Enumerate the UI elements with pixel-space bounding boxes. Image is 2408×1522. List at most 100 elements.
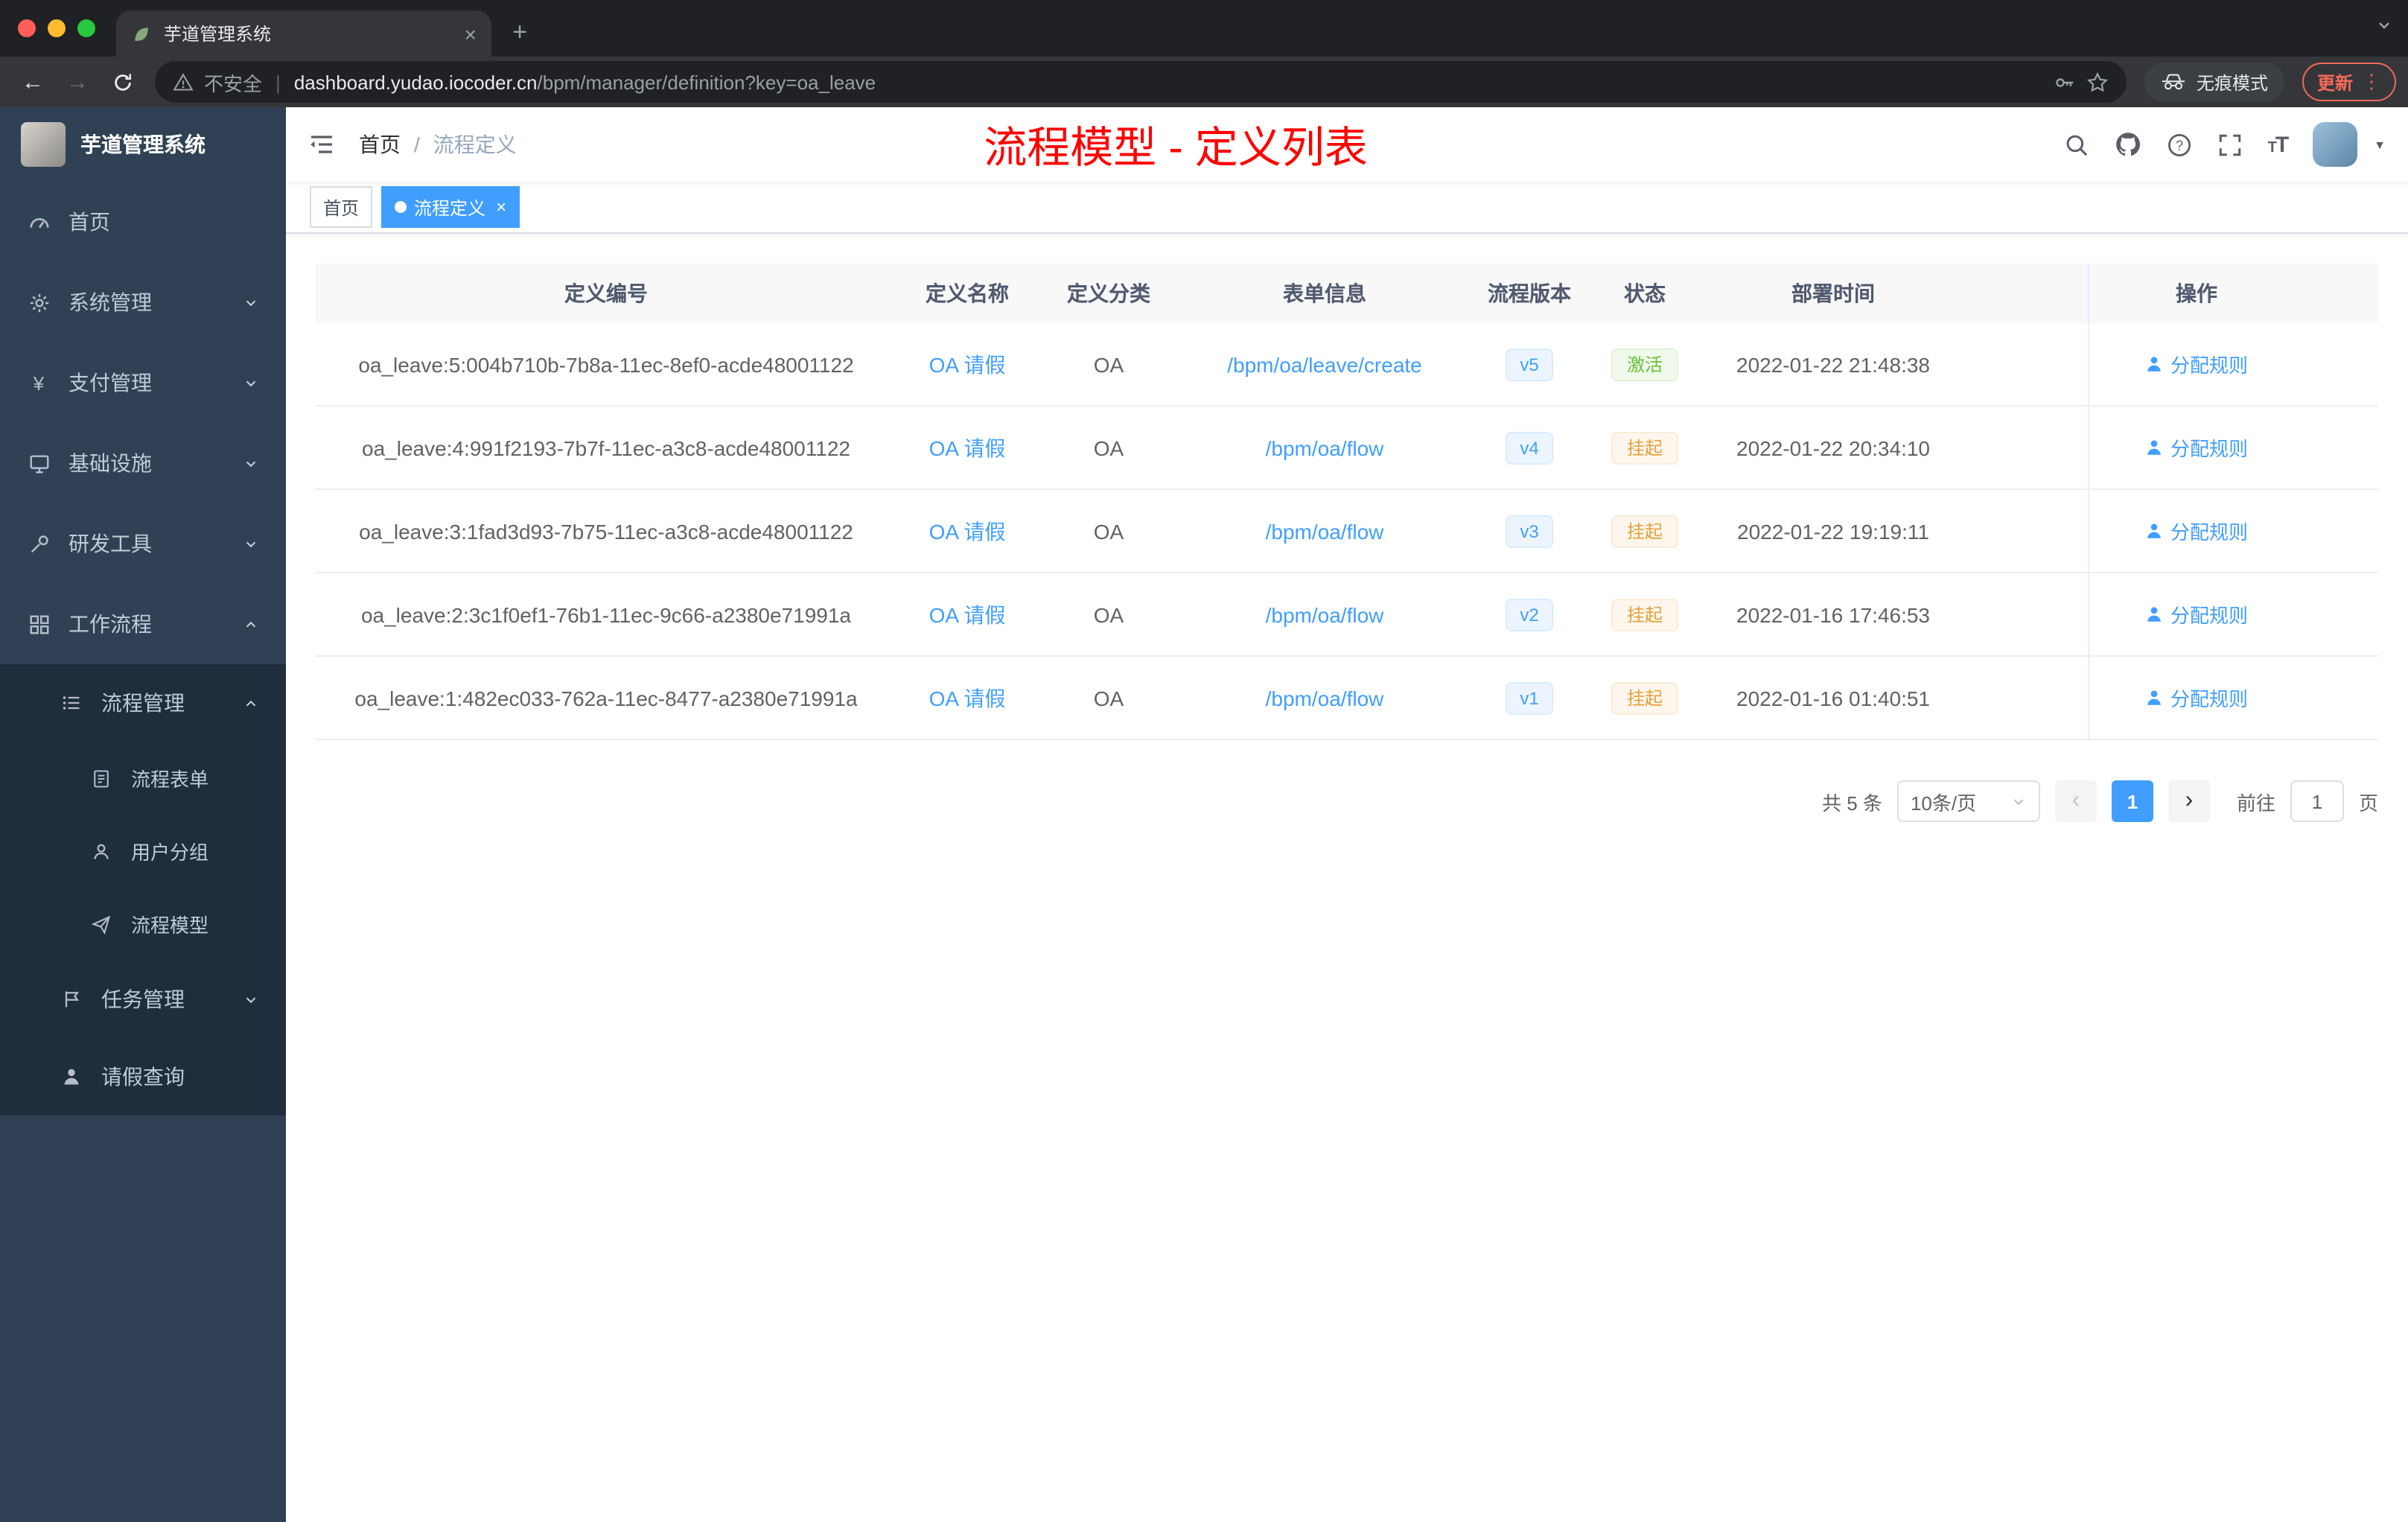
form-info-link[interactable]: /bpm/oa/flow xyxy=(1266,519,1384,543)
chevron-down-icon xyxy=(243,294,259,311)
send-icon xyxy=(89,914,113,934)
row-actions: 分配规则 xyxy=(2088,323,2304,405)
definition-name-link[interactable]: OA 请假 xyxy=(929,686,1006,710)
omnibox-divider: | xyxy=(275,71,281,93)
next-page-button[interactable]: › xyxy=(2167,780,2210,822)
page-1-button[interactable]: 1 xyxy=(2111,780,2153,822)
tag-process-definition[interactable]: 流程定义 × xyxy=(381,186,520,228)
annotation-text: 流程模型 - 定义列表 xyxy=(984,125,1368,173)
definition-category: OA xyxy=(1093,602,1124,626)
form-info-link[interactable]: /bpm/oa/flow xyxy=(1266,436,1384,459)
back-button[interactable]: ← xyxy=(12,61,54,103)
app-logo xyxy=(21,122,66,167)
chrome-update-button[interactable]: 更新 ⋮ xyxy=(2302,63,2396,101)
assign-rule-link[interactable]: 分配规则 xyxy=(2145,350,2248,378)
version-badge: v1 xyxy=(1505,681,1554,714)
minimize-window-button[interactable] xyxy=(48,19,66,37)
page-content: 定义编号 定义名称 定义分类 表单信息 流程版本 状态 部署时间 操作 oa_l… xyxy=(286,234,2408,1522)
sidebar-toggle-icon[interactable] xyxy=(308,131,335,158)
form-info-link[interactable]: /bpm/oa/leave/create xyxy=(1227,352,1422,376)
page-size-select[interactable]: 10条/页 xyxy=(1896,780,2040,822)
form-info-link[interactable]: /bpm/oa/flow xyxy=(1266,686,1384,710)
tag-home[interactable]: 首页 xyxy=(310,186,373,228)
github-icon[interactable] xyxy=(2115,131,2141,158)
table-row: oa_leave:2:3c1f0ef1-76b1-11ec-9c66-a2380… xyxy=(316,573,2378,657)
font-size-icon[interactable]: TT xyxy=(2268,132,2290,157)
sidebar-item-process-management[interactable]: 流程管理 xyxy=(0,664,286,742)
new-tab-button[interactable]: + xyxy=(500,13,539,52)
pagination-total: 共 5 条 xyxy=(1822,792,1882,814)
yen-icon: ¥ xyxy=(33,372,45,394)
row-actions: 分配规则 xyxy=(2088,657,2304,739)
chevron-up-icon xyxy=(243,695,259,711)
browser-menu-icon[interactable]: ⋮ xyxy=(2362,70,2381,94)
avatar[interactable] xyxy=(2313,122,2358,167)
bookmark-star-icon[interactable] xyxy=(2086,71,2109,93)
column-header: 定义编号 xyxy=(564,281,648,305)
tab-close-icon[interactable]: × xyxy=(465,22,477,45)
security-label[interactable]: 不安全 xyxy=(204,68,262,96)
assign-rule-link[interactable]: 分配规则 xyxy=(2145,684,2248,712)
definition-category: OA xyxy=(1093,519,1124,543)
sidebar-item-leave-query[interactable]: 请假查询 xyxy=(0,1038,286,1115)
assign-rule-link[interactable]: 分配规则 xyxy=(2145,517,2248,545)
update-label: 更新 xyxy=(2316,72,2353,93)
breadcrumb-current: 流程定义 xyxy=(433,133,517,156)
row-actions: 分配规则 xyxy=(2088,407,2304,488)
navbar-actions: ? TT ▼ xyxy=(2064,122,2386,167)
browser-toolbar: ← → 不安全 | dashboard.yudao.iocoder.cn/bpm… xyxy=(0,57,2408,107)
forward-button[interactable]: → xyxy=(57,61,98,103)
assign-rule-link[interactable]: 分配规则 xyxy=(2145,433,2248,462)
dashboard-icon xyxy=(27,211,51,233)
maximize-window-button[interactable] xyxy=(77,19,95,37)
form-info-link[interactable]: /bpm/oa/flow xyxy=(1266,602,1384,626)
definition-id: oa_leave:2:3c1f0ef1-76b1-11ec-9c66-a2380… xyxy=(360,602,851,626)
tab-search-icon[interactable] xyxy=(2375,16,2393,34)
app-title: 芋道管理系统 xyxy=(80,133,206,156)
chevron-down-icon xyxy=(243,455,259,471)
sidebar-item-payment[interactable]: ¥ 支付管理 xyxy=(0,343,286,423)
browser-tab[interactable]: 芋道管理系统 × xyxy=(116,10,491,57)
sidebar-item-process-model[interactable]: 流程模型 xyxy=(0,888,286,961)
definition-name-link[interactable]: OA 请假 xyxy=(929,436,1006,459)
avatar-dropdown-caret-icon[interactable]: ▼ xyxy=(2374,138,2386,151)
search-icon[interactable] xyxy=(2064,132,2089,157)
user-icon xyxy=(2148,690,2162,705)
tag-label: 首页 xyxy=(323,197,360,218)
reload-button[interactable] xyxy=(101,61,143,103)
breadcrumb-home-link[interactable]: 首页 xyxy=(359,130,401,159)
assign-rule-link[interactable]: 分配规则 xyxy=(2145,600,2248,628)
macos-window-controls xyxy=(0,0,116,57)
help-icon[interactable]: ? xyxy=(2167,132,2192,157)
column-header: 部署时间 xyxy=(1791,281,1875,305)
sidebar-item-process-form[interactable]: 流程表单 xyxy=(0,742,286,815)
sidebar-item-dev-tools[interactable]: 研发工具 xyxy=(0,503,286,584)
tag-close-icon[interactable]: × xyxy=(496,197,506,217)
close-window-button[interactable] xyxy=(18,19,36,37)
sidebar-item-task-management[interactable]: 任务管理 xyxy=(0,961,286,1038)
sidebar-item-infrastructure[interactable]: 基础设施 xyxy=(0,423,286,503)
definition-id: oa_leave:4:991f2193-7b7f-11ec-a3c8-acde4… xyxy=(362,436,850,459)
sidebar-item-user-group[interactable]: 用户分组 xyxy=(0,815,286,888)
definition-id: oa_leave:5:004b710b-7b8a-11ec-8ef0-acde4… xyxy=(358,352,854,376)
address-bar[interactable]: 不安全 | dashboard.yudao.iocoder.cn/bpm/man… xyxy=(155,61,2127,103)
workflow-submenu: 流程管理 流程表单 用户分组 流程模型 任务管理 请假查询 xyxy=(0,664,286,1115)
workflow-icon xyxy=(27,613,51,635)
definition-name-link[interactable]: OA 请假 xyxy=(929,352,1006,376)
password-key-icon[interactable] xyxy=(2054,71,2076,93)
version-badge: v2 xyxy=(1505,598,1554,631)
sidebar-item-system[interactable]: 系统管理 xyxy=(0,262,286,343)
sidebar-item-workflow[interactable]: 工作流程 xyxy=(0,584,286,664)
definition-name-link[interactable]: OA 请假 xyxy=(929,602,1006,626)
goto-page-input[interactable] xyxy=(2290,780,2344,822)
definition-category: OA xyxy=(1093,686,1124,710)
browser-window: 芋道管理系统 × + ← → 不安全 | dashboard.yudao.ioc… xyxy=(0,0,2408,1522)
definition-name-link[interactable]: OA 请假 xyxy=(929,519,1006,543)
column-header-actions: 操作 xyxy=(2088,264,2304,323)
sidebar: 芋道管理系统 首页 系统管理 ¥ 支付管理 基础设施 研发工具 工作流程 流程管… xyxy=(0,107,286,1522)
page-unit-label: 页 xyxy=(2358,792,2378,814)
column-header: 定义分类 xyxy=(1067,281,1150,305)
fullscreen-icon[interactable] xyxy=(2217,132,2243,157)
sidebar-item-home[interactable]: 首页 xyxy=(0,182,286,262)
prev-page-button[interactable]: ‹ xyxy=(2054,780,2097,822)
